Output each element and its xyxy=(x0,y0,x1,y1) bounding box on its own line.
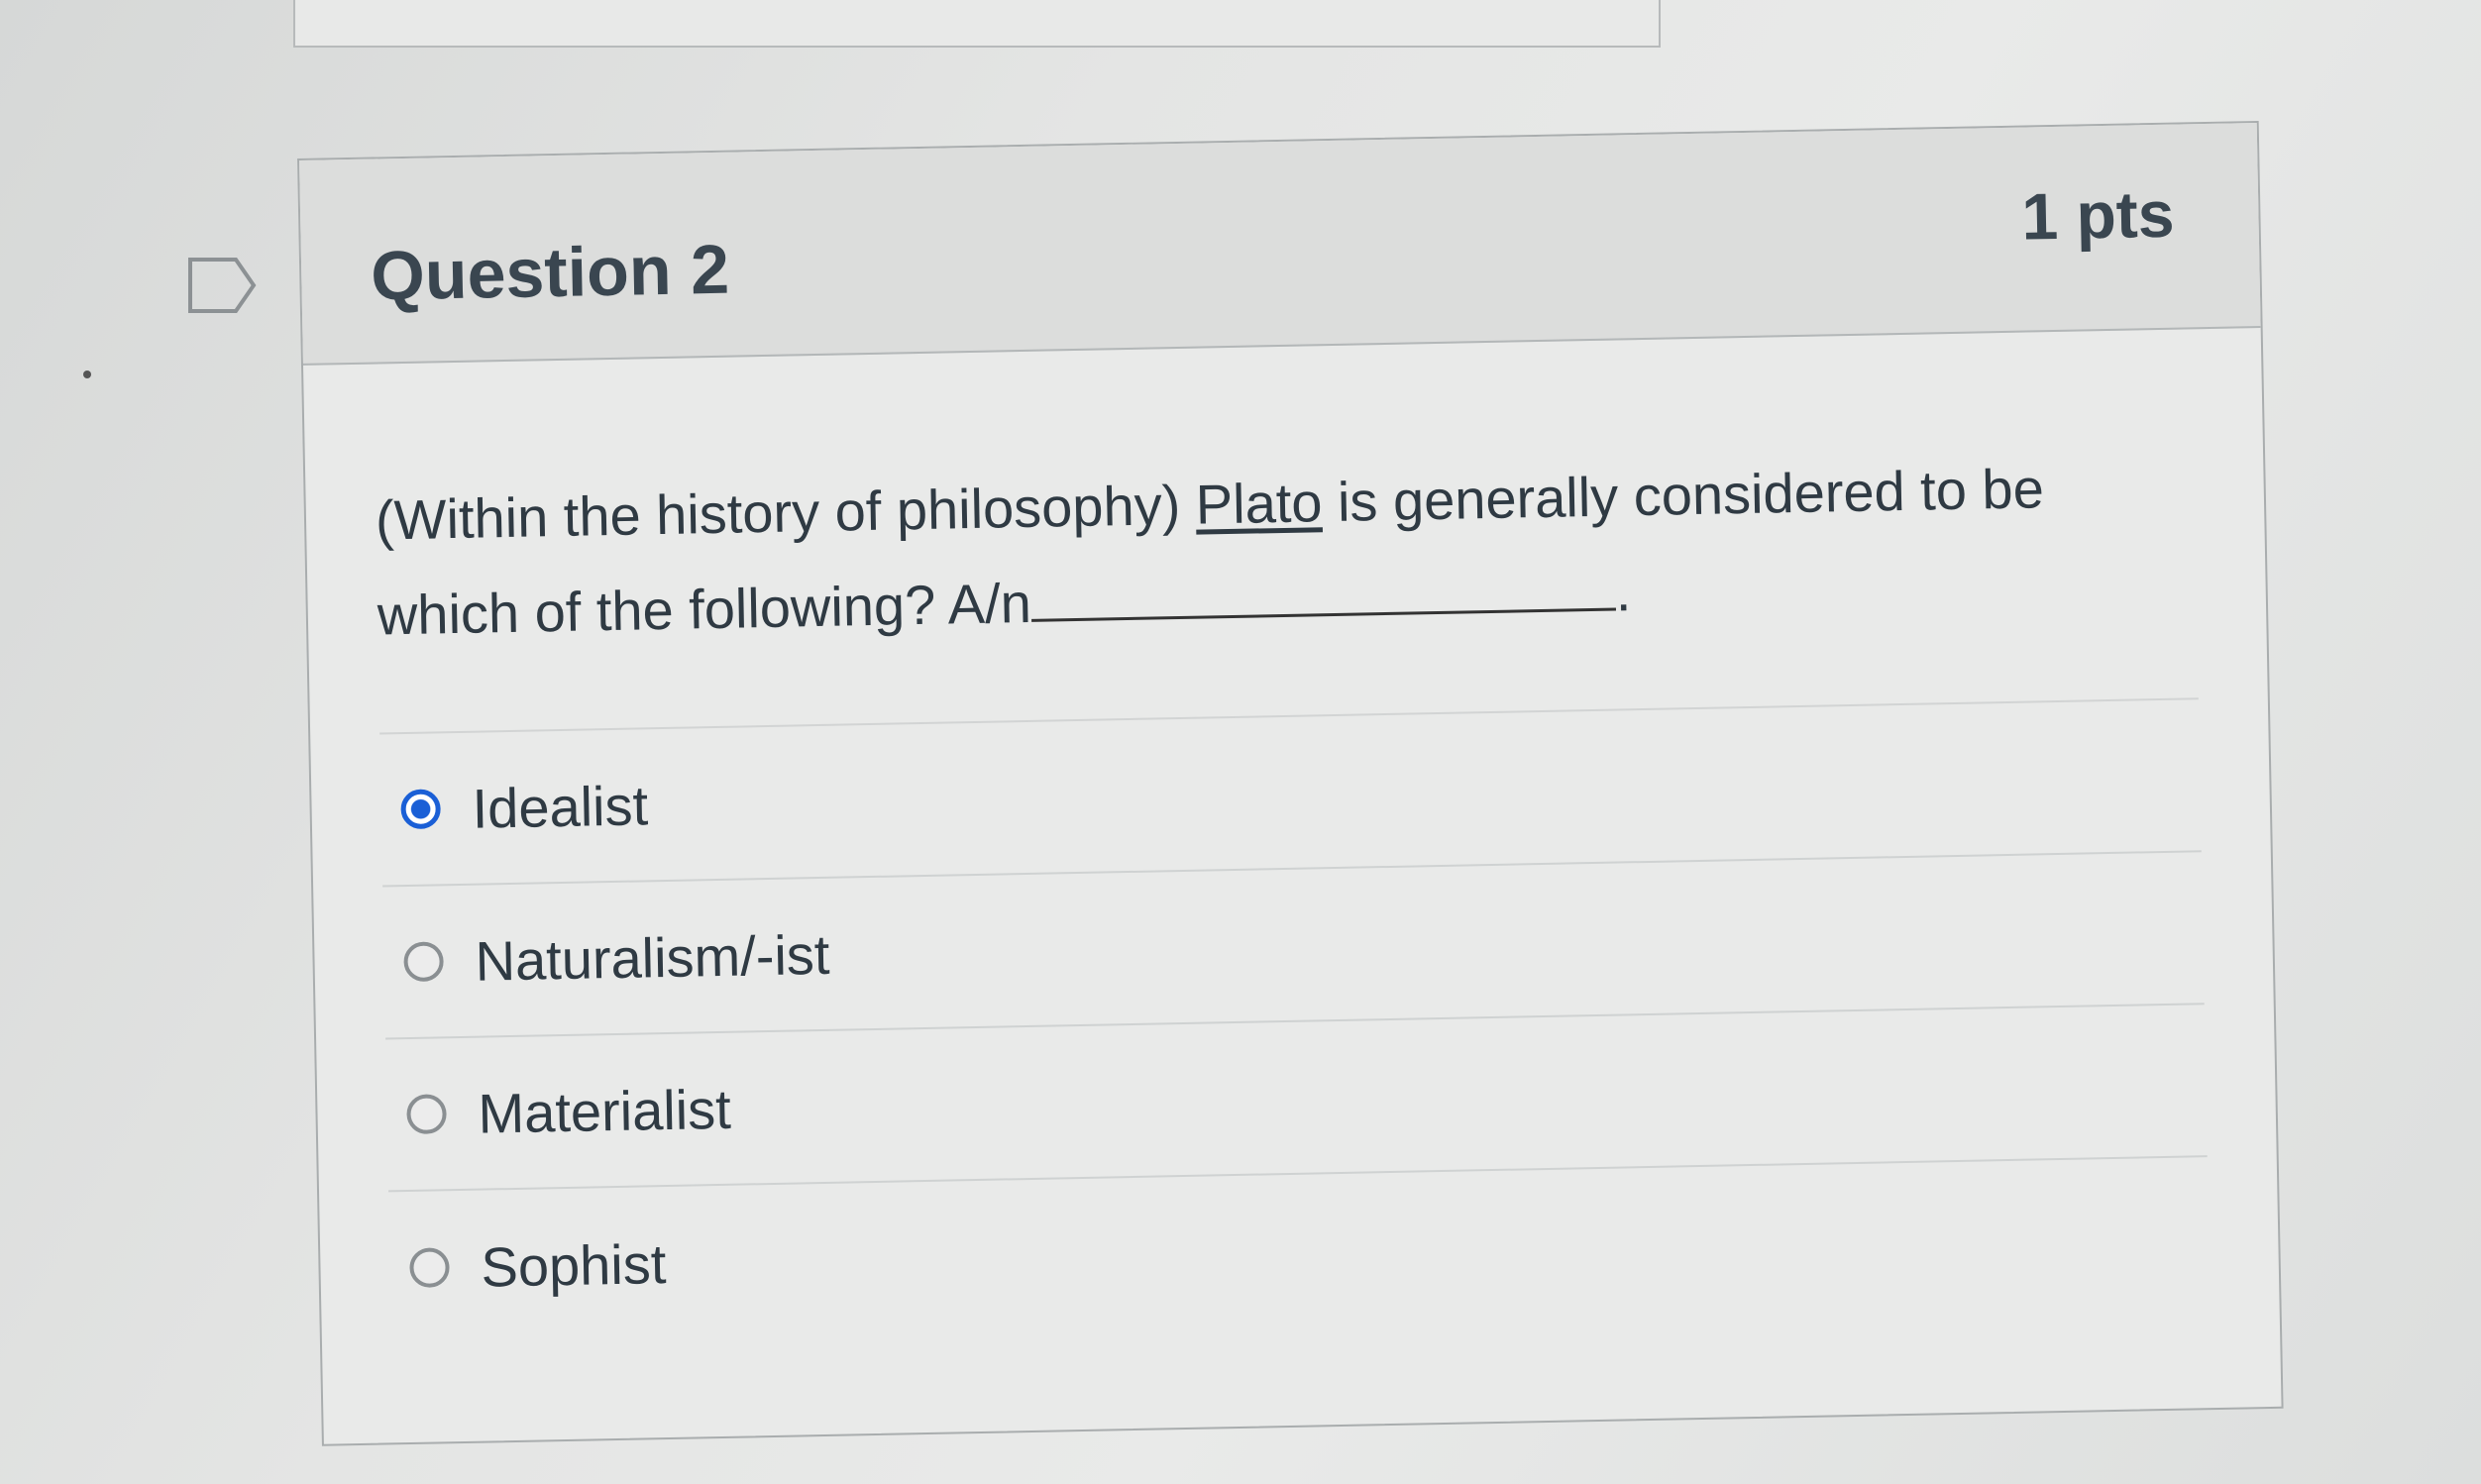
previous-question-card-edge xyxy=(293,0,1661,48)
question-title: Question 2 xyxy=(370,230,730,315)
flag-question-icon[interactable] xyxy=(186,256,258,315)
screen-speck xyxy=(83,371,91,378)
answer-label: Materialist xyxy=(477,1077,732,1145)
radio-unselected-icon[interactable] xyxy=(406,1094,447,1135)
question-card: Question 2 1 pts (Within the history of … xyxy=(297,120,2284,1446)
answer-label: Idealist xyxy=(472,773,649,840)
plato-link[interactable]: Plato xyxy=(1195,471,1323,535)
question-text-suffix: . xyxy=(1614,560,1632,623)
answer-label: Naturalism/-ist xyxy=(474,922,830,993)
question-points: 1 pts xyxy=(2020,176,2176,254)
question-header: Question 2 1 pts xyxy=(299,123,2261,366)
question-body: (Within the history of philosophy) Plato… xyxy=(303,328,2280,1346)
answer-label: Sophist xyxy=(480,1231,667,1299)
answer-blank xyxy=(1030,558,1616,622)
radio-selected-icon[interactable] xyxy=(400,789,442,830)
question-text: (Within the history of philosophy) Plato… xyxy=(375,440,2121,664)
radio-unselected-icon[interactable] xyxy=(409,1247,450,1289)
radio-unselected-icon[interactable] xyxy=(403,941,444,983)
answer-list: Idealist Naturalism/-ist Materialist Sop… xyxy=(379,697,2211,1345)
question-text-prefix: (Within the history of philosophy) xyxy=(375,473,1197,552)
